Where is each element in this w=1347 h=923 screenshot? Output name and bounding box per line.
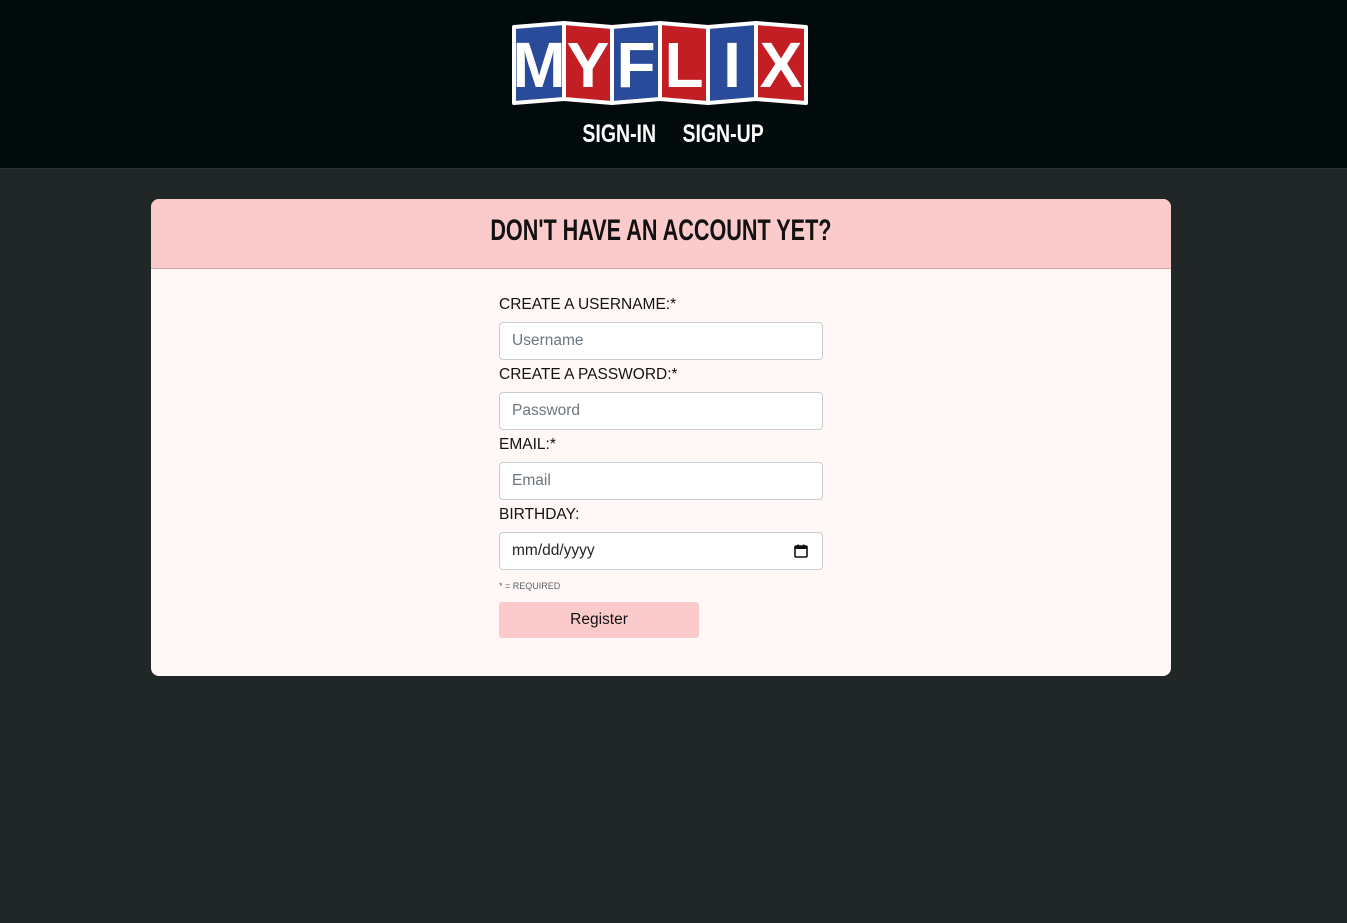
username-label: CREATE A USERNAME:* (499, 296, 677, 313)
card-header: DON'T HAVE AN ACCOUNT YET? (151, 199, 1171, 269)
calendar-icon[interactable] (794, 544, 808, 558)
card-title: DON'T HAVE AN ACCOUNT YET? (490, 214, 832, 247)
nav-sign-up-link[interactable]: SIGN-UP (679, 118, 767, 150)
required-note: * = REQUIRED (499, 581, 561, 591)
birthday-label: BIRTHDAY: (499, 506, 580, 523)
birthday-date-input[interactable]: mm/dd/yyyy (499, 532, 823, 570)
nav-sign-in-link[interactable]: SIGN-IN (579, 118, 659, 150)
registration-card: DON'T HAVE AN ACCOUNT YET? CREATE A USER… (151, 199, 1171, 676)
birthday-date-value: mm/dd/yyyy (512, 542, 595, 559)
password-label: CREATE A PASSWORD:* (499, 366, 678, 383)
email-input[interactable] (500, 463, 822, 499)
registration-form: CREATE A USERNAME:* CREATE A PASSWORD:* … (499, 295, 823, 638)
logo-letter: I (723, 29, 741, 101)
password-input[interactable] (500, 393, 822, 429)
register-button[interactable]: Register (499, 602, 699, 638)
username-input[interactable] (500, 323, 822, 359)
logo-letter: M (512, 29, 565, 101)
logo-letter: X (760, 29, 803, 101)
logo-letter: F (616, 29, 655, 101)
password-field-wrapper (499, 392, 823, 430)
email-label: EMAIL:* (499, 436, 556, 453)
logo-letter: L (664, 29, 703, 101)
site-header: M Y F L I X SIGN-IN SIGN-UP (0, 0, 1347, 169)
main-nav: SIGN-IN SIGN-UP (0, 118, 1347, 150)
logo-letter: Y (567, 29, 610, 101)
username-field-wrapper (499, 322, 823, 360)
email-field-wrapper (499, 462, 823, 500)
myflix-logo[interactable]: M Y F L I X (512, 19, 808, 105)
